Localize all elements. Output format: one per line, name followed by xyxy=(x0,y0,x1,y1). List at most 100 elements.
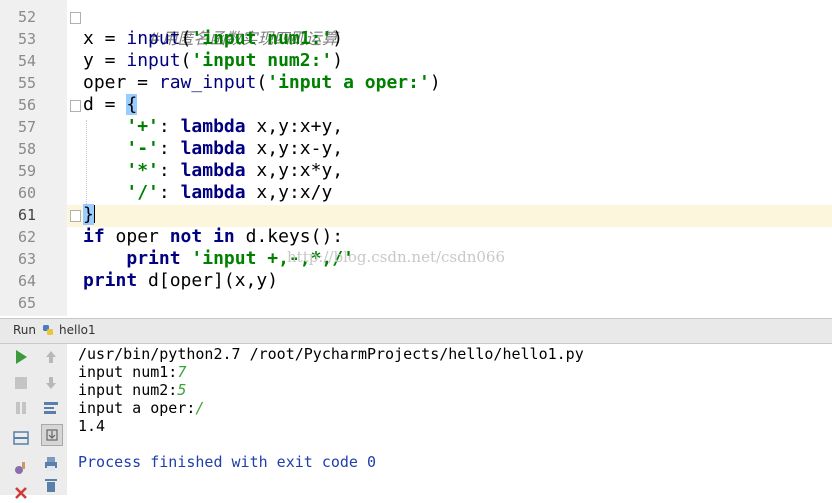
code-keyword: print xyxy=(83,270,138,291)
text-caret xyxy=(93,205,95,223)
code-line-57: '+': lambda x,y:x+y, xyxy=(83,116,343,138)
watermark: http://blog.csdn.net/csdn066 xyxy=(287,248,506,266)
code-text: : xyxy=(158,160,181,181)
line-number: 52 xyxy=(17,8,36,26)
code-line-58: '-': lambda x,y:x-y, xyxy=(83,138,343,160)
code-string: '+' xyxy=(126,116,159,137)
stop-icon[interactable] xyxy=(11,373,31,393)
code-string: '*' xyxy=(126,160,159,181)
code-line-61: } xyxy=(83,204,95,226)
code-text: d = xyxy=(83,94,127,115)
fold-marker-icon[interactable] xyxy=(70,12,81,24)
matched-brace: { xyxy=(126,94,138,115)
code-text: d[oper](x,y) xyxy=(137,270,279,291)
run-tab-label[interactable]: Run xyxy=(13,323,36,337)
console-prompt: input num1: xyxy=(78,363,178,381)
console-user-input: 5 xyxy=(177,381,187,399)
console-line: input a oper:/ xyxy=(78,399,204,417)
code-text: ( xyxy=(180,28,192,49)
code-text: ) xyxy=(332,50,344,71)
code-string: '/' xyxy=(126,182,159,203)
code-line-53: x = input('input num1:') xyxy=(83,28,343,50)
line-number: 56 xyxy=(17,96,36,114)
fold-marker-icon[interactable] xyxy=(70,100,81,112)
code-builtin: input xyxy=(126,50,181,71)
code-keyword: if xyxy=(83,226,105,247)
fold-marker-icon[interactable] xyxy=(70,210,81,222)
code-line-59: '*': lambda x,y:x*y, xyxy=(83,160,343,182)
up-arrow-icon[interactable] xyxy=(41,347,61,367)
code-builtin: raw_input xyxy=(158,72,257,93)
code-line-62: if oper not in d.keys(): xyxy=(83,226,343,248)
code-text: ) xyxy=(332,28,344,49)
scroll-to-end-icon[interactable] xyxy=(41,424,63,446)
code-text: oper xyxy=(104,226,170,247)
line-number-current: 61 xyxy=(17,206,36,224)
console-line: input num1:7 xyxy=(78,363,186,381)
code-text: oper = xyxy=(83,72,159,93)
code-text: x,y:x+y, xyxy=(245,116,344,137)
soft-wrap-icon[interactable] xyxy=(41,398,61,418)
run-panel-header: Run hello1 xyxy=(0,318,832,344)
code-text: d.keys(): xyxy=(234,226,344,247)
code-line-55: oper = raw_input('input a oper:') xyxy=(83,72,441,94)
layout-icon[interactable] xyxy=(11,428,31,448)
code-text: x,y:x*y, xyxy=(245,160,344,181)
line-number: 63 xyxy=(17,250,36,268)
code-text: x,y:x-y, xyxy=(245,138,344,159)
console-command: /usr/bin/python2.7 /root/PycharmProjects… xyxy=(78,345,584,363)
code-text: x,y:x/y xyxy=(245,182,333,203)
console-exit-message: Process finished with exit code 0 xyxy=(78,453,377,471)
run-config-name[interactable]: hello1 xyxy=(59,323,96,337)
settings-icon[interactable] xyxy=(11,458,31,478)
code-keyword: print xyxy=(126,248,181,269)
print-icon[interactable] xyxy=(41,454,61,474)
line-number: 62 xyxy=(17,228,36,246)
code-keyword: lambda xyxy=(180,138,246,159)
code-line-56: d = { xyxy=(83,94,138,116)
current-line-highlight xyxy=(67,205,832,227)
run-toolbar xyxy=(0,344,67,499)
line-number: 57 xyxy=(17,118,36,136)
code-text: : xyxy=(158,182,181,203)
console-line: input num2:5 xyxy=(78,381,186,399)
code-text: x = xyxy=(83,28,127,49)
rerun-icon[interactable] xyxy=(11,347,31,367)
matched-brace: } xyxy=(83,204,94,225)
code-string: '-' xyxy=(126,138,159,159)
pause-icon[interactable] xyxy=(11,398,31,418)
line-number: 65 xyxy=(17,294,36,312)
code-text: ( xyxy=(256,72,268,93)
code-text: ( xyxy=(180,50,192,71)
code-builtin: input xyxy=(126,28,181,49)
close-icon[interactable] xyxy=(11,483,31,503)
code-text: : xyxy=(158,116,181,137)
console-prompt: input a oper: xyxy=(78,399,196,417)
code-line-60: '/': lambda x,y:x/y xyxy=(83,182,332,204)
code-line-54: y = input('input num2:') xyxy=(83,50,343,72)
console-prompt: input num2: xyxy=(78,381,178,399)
code-line-64: print d[oper](x,y) xyxy=(83,270,278,292)
line-number: 58 xyxy=(17,140,36,158)
console-output[interactable]: /usr/bin/python2.7 /root/PycharmProjects… xyxy=(67,344,832,495)
trash-icon[interactable] xyxy=(41,475,61,495)
code-keyword: lambda xyxy=(180,182,246,203)
code-editor[interactable]: 52 53 54 55 56 57 58 59 60 61 62 63 64 6… xyxy=(0,0,832,316)
line-number: 60 xyxy=(17,184,36,202)
code-keyword: lambda xyxy=(180,160,246,181)
console-user-input: / xyxy=(195,399,205,417)
line-number: 53 xyxy=(17,30,36,48)
code-keyword: not xyxy=(169,226,203,247)
python-icon xyxy=(43,325,53,335)
down-arrow-icon[interactable] xyxy=(41,373,61,393)
line-number: 54 xyxy=(17,52,36,70)
line-number: 64 xyxy=(17,272,36,290)
console-result: 1.4 xyxy=(78,417,106,435)
line-number: 59 xyxy=(17,162,36,180)
code-string: 'input a oper:' xyxy=(267,72,430,93)
code-text: : xyxy=(158,138,181,159)
line-number-gutter: 52 53 54 55 56 57 58 59 60 61 62 63 64 6… xyxy=(0,0,67,316)
code-text: ) xyxy=(429,72,441,93)
